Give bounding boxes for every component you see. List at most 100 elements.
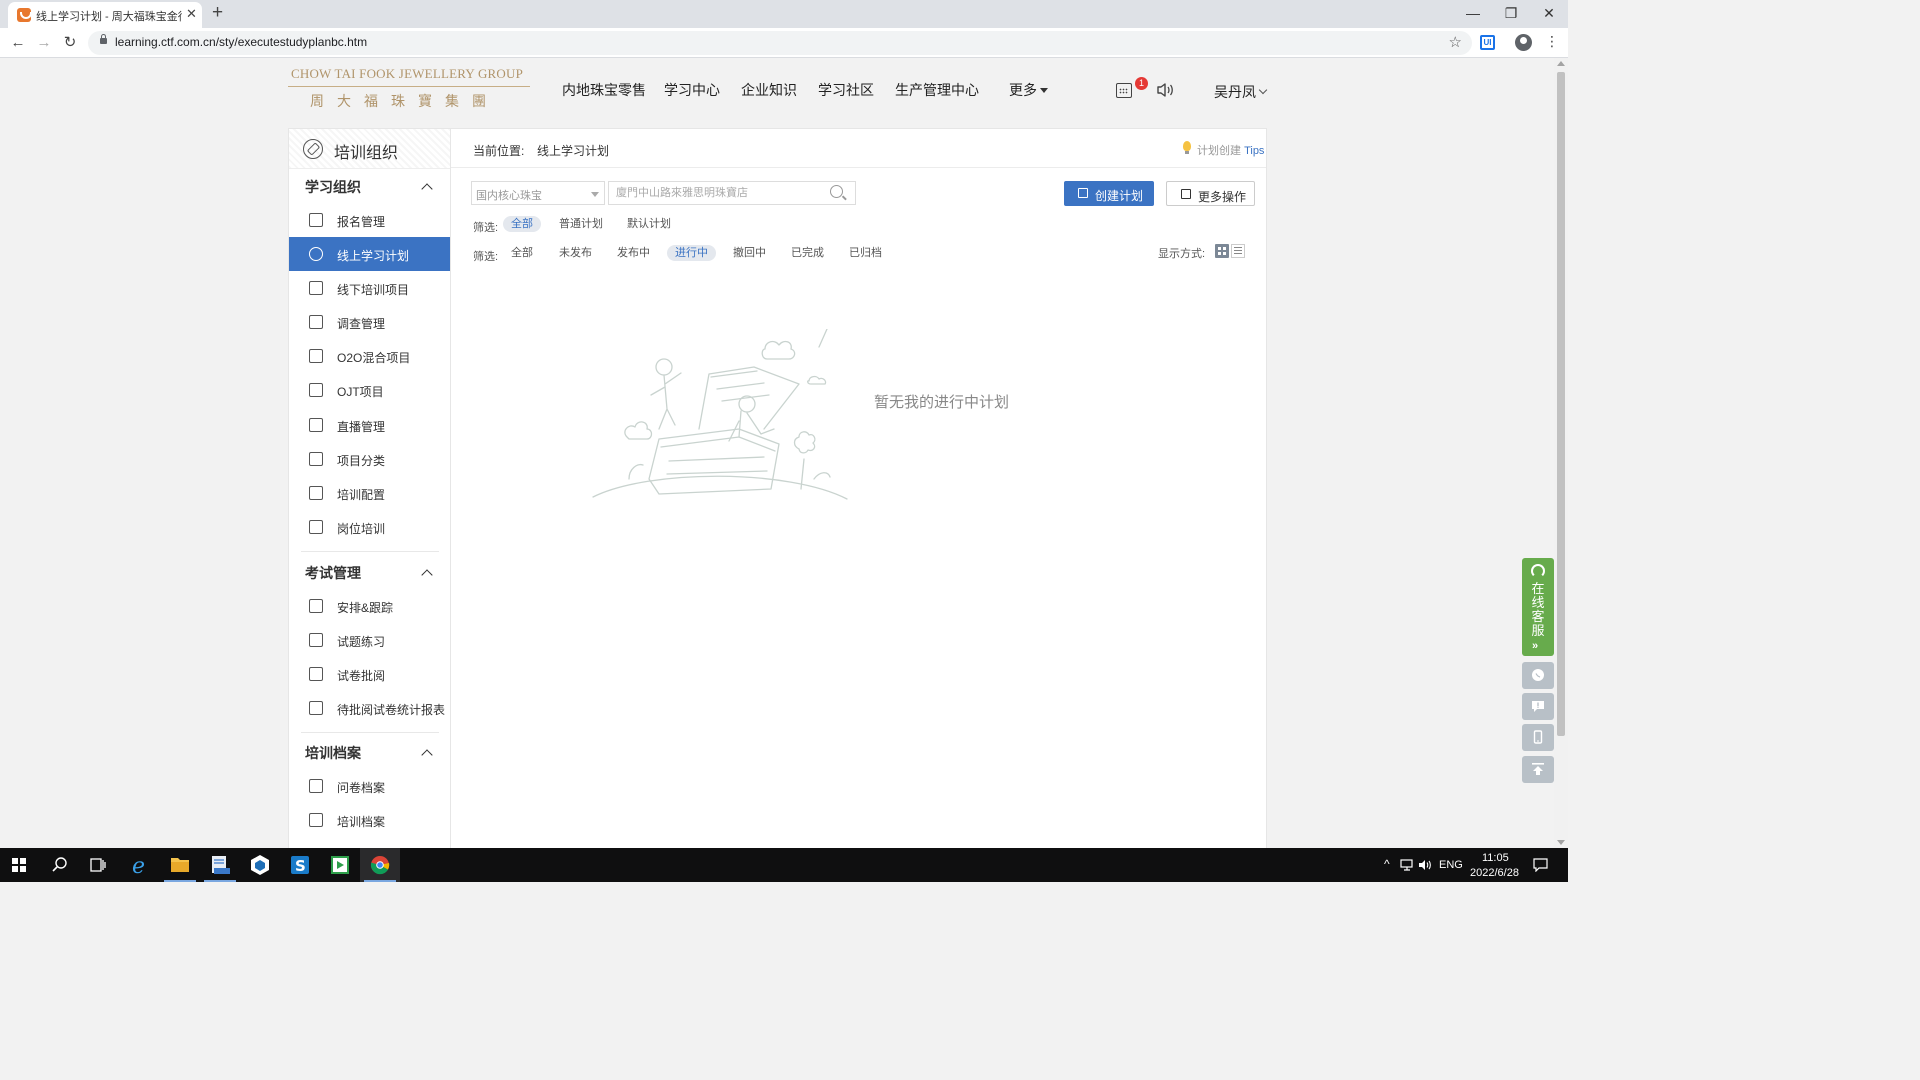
network-icon[interactable] bbox=[1400, 858, 1414, 872]
taskbar-ie[interactable]: e bbox=[120, 848, 160, 882]
forward-arrow-icon[interactable]: → bbox=[34, 33, 54, 53]
filter-status-completed[interactable]: 已完成 bbox=[783, 245, 832, 261]
reload-icon[interactable]: ↻ bbox=[60, 33, 80, 53]
address-bar[interactable]: learning.ctf.com.cn/sty/executestudyplan… bbox=[88, 31, 1472, 55]
nav-production[interactable]: 生产管理中心 bbox=[895, 80, 979, 100]
sidebar-item-training-archive[interactable]: 培训档案 bbox=[289, 803, 451, 837]
section-title-learning[interactable]: 学习组织 bbox=[305, 177, 361, 197]
nav-retail[interactable]: 内地珠宝零售 bbox=[562, 80, 646, 100]
sidebar-item-survey[interactable]: 调查管理 bbox=[289, 305, 451, 339]
nav-community[interactable]: 学习社区 bbox=[818, 80, 874, 100]
taskbar-file-explorer[interactable] bbox=[160, 848, 200, 882]
back-arrow-icon[interactable]: ← bbox=[8, 33, 28, 53]
calendar-icon[interactable] bbox=[1116, 83, 1132, 98]
sidebar-item-registration[interactable]: 报名管理 bbox=[289, 203, 451, 237]
profile-icon[interactable] bbox=[1515, 34, 1532, 51]
sidebar-item-category[interactable]: 项目分类 bbox=[289, 442, 451, 476]
back-to-top-button[interactable] bbox=[1522, 756, 1554, 783]
section-title-exam[interactable]: 考试管理 bbox=[305, 563, 361, 583]
sidebar-item-questionnaire-archive[interactable]: 问卷档案 bbox=[289, 769, 451, 803]
browser-menu-icon[interactable]: ⋮ bbox=[1545, 33, 1559, 50]
org-select[interactable]: 国内核心珠宝 bbox=[471, 181, 605, 205]
scroll-up-arrow-icon[interactable] bbox=[1557, 61, 1565, 66]
taskbar-app-blue[interactable] bbox=[200, 848, 240, 882]
nav-knowledge[interactable]: 企业知识 bbox=[741, 80, 797, 100]
input-language[interactable]: ENG bbox=[1439, 859, 1463, 871]
sidebar-item-o2o[interactable]: O2O混合项目 bbox=[289, 339, 451, 373]
nav-learning-center[interactable]: 学习中心 bbox=[664, 80, 720, 100]
start-button[interactable] bbox=[0, 848, 40, 882]
extension-icon[interactable]: UI bbox=[1480, 35, 1495, 50]
tray-chevron-up-icon[interactable]: ^ bbox=[1384, 857, 1390, 871]
taskbar-app-s[interactable]: S bbox=[280, 848, 320, 882]
filter-status-withdrawing[interactable]: 撤回中 bbox=[725, 245, 774, 261]
sidebar-item-label: 待批阅试卷统计报表 bbox=[337, 703, 446, 717]
sidebar-item-grading[interactable]: 试卷批阅 bbox=[289, 657, 451, 691]
taskbar-app-green[interactable] bbox=[320, 848, 360, 882]
grid-view-icon[interactable] bbox=[1215, 244, 1229, 258]
search-icon[interactable] bbox=[830, 185, 843, 198]
chevron-up-icon[interactable] bbox=[421, 183, 433, 195]
taskbar-app-cube[interactable] bbox=[240, 848, 280, 882]
bookmark-star-icon[interactable]: ☆ bbox=[1449, 33, 1462, 51]
company-logo[interactable]: CHOW TAI FOOK JEWELLERY GROUP 周大福珠寶集團 bbox=[288, 64, 530, 112]
online-plan-icon bbox=[309, 247, 323, 261]
chat-float-button[interactable] bbox=[1522, 662, 1554, 689]
browser-tab[interactable]: 线上学习计划 - 周大福珠宝金行 ✕ bbox=[8, 2, 202, 28]
sidebar-item-position-training[interactable]: 岗位培训 bbox=[289, 510, 451, 544]
url-text[interactable]: learning.ctf.com.cn/sty/executestudyplan… bbox=[115, 35, 367, 49]
restore-button[interactable]: ❐ bbox=[1499, 3, 1523, 23]
filter-status-archived[interactable]: 已归档 bbox=[841, 245, 890, 261]
sidebar-item-config[interactable]: 培训配置 bbox=[289, 476, 451, 510]
sidebar-item-ojt[interactable]: OJT项目 bbox=[289, 373, 451, 407]
filter-type-default[interactable]: 默认计划 bbox=[619, 216, 679, 232]
sidebar-item-offline-training[interactable]: 线下培训项目 bbox=[289, 271, 451, 305]
window-close-button[interactable]: ✕ bbox=[1537, 3, 1561, 23]
section-title-archive[interactable]: 培训档案 bbox=[305, 743, 361, 763]
sidebar-item-arrange-track[interactable]: 安排&跟踪 bbox=[289, 589, 451, 623]
scrollbar-thumb[interactable] bbox=[1557, 72, 1565, 736]
chevron-up-icon[interactable] bbox=[421, 749, 433, 761]
tips-link[interactable]: Tips bbox=[1244, 145, 1264, 157]
feedback-float-button[interactable] bbox=[1522, 693, 1554, 720]
task-view-button[interactable] bbox=[78, 848, 118, 882]
filter-status-publishing[interactable]: 发布中 bbox=[609, 245, 658, 261]
o2o-icon bbox=[309, 349, 323, 363]
clock-time[interactable]: 11:05 bbox=[1482, 852, 1509, 864]
scroll-down-arrow-icon[interactable] bbox=[1557, 840, 1565, 845]
sidebar-item-label: 项目分类 bbox=[337, 454, 386, 468]
list-view-icon[interactable] bbox=[1231, 244, 1245, 258]
tab-close-button[interactable]: ✕ bbox=[186, 7, 197, 21]
user-menu[interactable]: 吴丹凤 bbox=[1214, 82, 1268, 102]
sidebar-item-report[interactable]: 待批阅试卷统计报表 bbox=[289, 691, 451, 725]
volume-icon[interactable] bbox=[1418, 858, 1432, 872]
filter-type-all[interactable]: 全部 bbox=[503, 216, 541, 232]
sidebar-item-online-plan[interactable]: 线上学习计划 bbox=[289, 237, 451, 271]
filter-status-all[interactable]: 全部 bbox=[503, 245, 541, 261]
mobile-float-button[interactable] bbox=[1522, 724, 1554, 751]
sidebar-item-live[interactable]: 直播管理 bbox=[289, 408, 451, 442]
filter-status-in-progress[interactable]: 进行中 bbox=[667, 245, 716, 261]
taskbar-chrome[interactable] bbox=[360, 848, 400, 882]
page-scrollbar[interactable] bbox=[1554, 58, 1568, 848]
empty-state-illustration-icon bbox=[592, 329, 848, 500]
filter-status-unpublished[interactable]: 未发布 bbox=[551, 245, 600, 261]
sidebar-item-practice[interactable]: 试题练习 bbox=[289, 623, 451, 657]
clock-date[interactable]: 2022/6/28 bbox=[1470, 867, 1519, 879]
online-service-button[interactable]: 在线客服 » bbox=[1522, 558, 1554, 656]
filter-type-normal[interactable]: 普通计划 bbox=[551, 216, 611, 232]
windows-start-icon bbox=[12, 858, 26, 872]
double-chevron-icon: » bbox=[1532, 640, 1539, 652]
speaker-icon[interactable] bbox=[1156, 82, 1174, 98]
new-tab-button[interactable]: + bbox=[212, 3, 223, 23]
minimize-button[interactable]: — bbox=[1461, 3, 1485, 23]
chevron-up-icon[interactable] bbox=[421, 569, 433, 581]
nav-more[interactable]: 更多 bbox=[1009, 80, 1048, 100]
notifications-icon[interactable] bbox=[1533, 858, 1548, 872]
more-actions-button[interactable]: 更多操作 bbox=[1166, 181, 1255, 206]
training-archive-icon bbox=[309, 813, 323, 827]
taskbar-search-button[interactable] bbox=[40, 848, 80, 882]
create-plan-button[interactable]: 创建计划 bbox=[1064, 181, 1154, 206]
store-search-input[interactable] bbox=[608, 181, 856, 205]
tips[interactable]: 计划创建 Tips bbox=[1197, 142, 1264, 158]
